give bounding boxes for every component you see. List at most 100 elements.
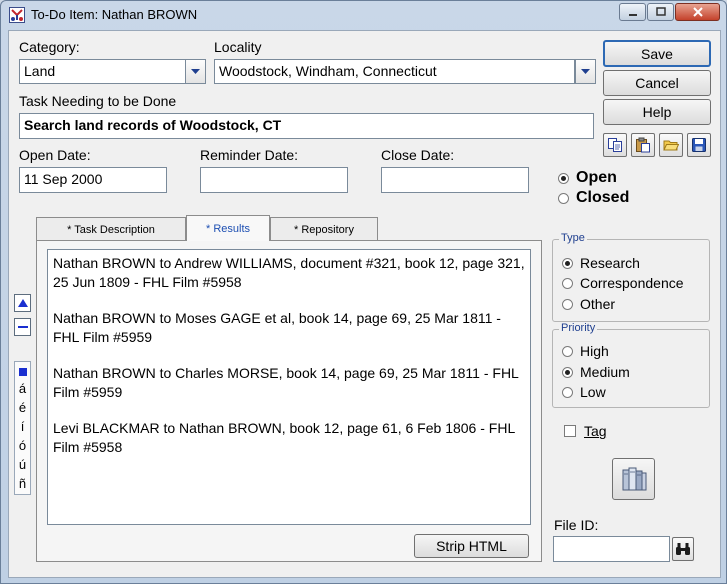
arrow-up-icon — [17, 299, 28, 307]
tab-results[interactable]: * Results — [186, 215, 270, 241]
maximize-button[interactable] — [647, 3, 674, 21]
accent-char-button[interactable]: í — [21, 417, 25, 436]
copy-icon — [608, 138, 622, 152]
category-label: Category: — [19, 39, 80, 55]
status-open-radio[interactable]: Open — [558, 169, 617, 187]
priority-low-radio[interactable]: Low — [562, 384, 606, 400]
chevron-down-icon — [581, 68, 590, 74]
task-input[interactable]: Search land records of Woodstock, CT — [19, 113, 594, 139]
file-id-input[interactable] — [553, 536, 670, 562]
paste-button[interactable] — [631, 133, 655, 157]
reminder-date-label: Reminder Date: — [200, 147, 299, 163]
type-research-radio[interactable]: Research — [562, 255, 640, 271]
accent-characters-strip: á é í ó ú ñ — [14, 361, 31, 495]
save-button-label: Save — [641, 45, 673, 62]
help-button[interactable]: Help — [603, 99, 711, 125]
find-file-button[interactable] — [672, 537, 694, 561]
move-up-button[interactable] — [14, 294, 31, 312]
priority-option-label: High — [580, 343, 609, 359]
maximize-icon — [655, 7, 666, 16]
result-entry: Nathan BROWN to Andrew WILLIAMS, documen… — [53, 255, 525, 290]
library-button[interactable] — [612, 458, 655, 500]
close-icon — [692, 7, 703, 17]
task-label: Task Needing to be Done — [19, 93, 177, 109]
radio-indicator — [562, 277, 573, 289]
category-select[interactable]: Land — [19, 59, 186, 84]
copy-button[interactable] — [603, 133, 627, 157]
status-open-label: Open — [576, 169, 617, 186]
locality-select[interactable]: Woodstock, Windham, Connecticut — [214, 59, 575, 84]
radio-indicator — [562, 345, 573, 357]
radio-indicator — [558, 172, 569, 184]
type-option-label: Other — [580, 296, 616, 312]
priority-group-title: Priority — [559, 322, 598, 334]
priority-medium-radio[interactable]: Medium — [562, 364, 630, 380]
reminder-date-input[interactable] — [200, 167, 348, 193]
accent-char-button[interactable]: ñ — [19, 474, 26, 493]
books-icon — [622, 467, 646, 491]
radio-indicator — [562, 298, 573, 310]
open-date-label: Open Date: — [19, 147, 91, 163]
priority-option-label: Medium — [580, 364, 630, 380]
tab-repository[interactable]: * Repository — [270, 217, 378, 241]
title-bar: To-Do Item: Nathan BROWN — [1, 1, 726, 29]
folder-icon — [663, 140, 679, 151]
priority-high-radio[interactable]: High — [562, 343, 609, 359]
status-closed-label: Closed — [576, 189, 630, 206]
accent-char-button[interactable]: ú — [19, 455, 26, 474]
open-date-input[interactable]: 11 Sep 2000 — [19, 167, 167, 193]
radio-indicator — [562, 386, 573, 398]
minimize-icon — [628, 14, 637, 16]
priority-option-label: Low — [580, 384, 606, 400]
category-dropdown-button[interactable] — [185, 59, 206, 84]
tab-label: * Repository — [294, 223, 354, 236]
window-title: To-Do Item: Nathan BROWN — [31, 7, 198, 22]
accent-char-button[interactable]: ó — [19, 436, 26, 455]
tab-label: * Task Description — [67, 223, 155, 236]
tab-label: * Results — [205, 222, 251, 235]
tag-label: Tag — [584, 423, 607, 439]
type-other-radio[interactable]: Other — [562, 296, 615, 312]
result-entry: Nathan BROWN to Moses GAGE et al, book 1… — [53, 310, 501, 345]
strip-html-label: Strip HTML — [436, 538, 507, 554]
radio-indicator — [558, 192, 569, 204]
close-date-input[interactable] — [381, 167, 529, 193]
chevron-down-icon — [191, 68, 200, 74]
cancel-button-label: Cancel — [635, 75, 679, 91]
move-down-button[interactable] — [14, 318, 31, 336]
tag-checkbox[interactable]: Tag — [564, 423, 607, 439]
locality-dropdown-button[interactable] — [575, 59, 596, 84]
minimize-button[interactable] — [619, 3, 646, 21]
results-textarea[interactable]: Nathan BROWN to Andrew WILLIAMS, documen… — [47, 249, 531, 525]
type-option-label: Research — [580, 255, 640, 271]
family-tree-app-icon — [9, 7, 25, 23]
strip-html-button[interactable]: Strip HTML — [414, 534, 529, 558]
dialog-body: Category: Land Locality Woodstock, Windh… — [8, 30, 721, 578]
accent-char-button[interactable]: é — [19, 398, 26, 417]
result-entry: Nathan BROWN to Charles MORSE, book 14, … — [53, 365, 519, 400]
close-button[interactable] — [675, 3, 720, 21]
result-entry: Levi BLACKMAR to Nathan BROWN, book 12, … — [53, 420, 515, 455]
binoculars-icon — [676, 543, 690, 555]
window: To-Do Item: Nathan BROWN Category: Land … — [0, 0, 727, 584]
type-option-label: Correspondence — [580, 275, 684, 291]
close-date-label: Close Date: — [381, 147, 455, 163]
status-closed-radio[interactable]: Closed — [558, 189, 629, 207]
open-folder-button[interactable] — [659, 133, 683, 157]
help-button-label: Help — [642, 104, 672, 120]
save-button[interactable]: Save — [603, 40, 711, 67]
type-correspondence-radio[interactable]: Correspondence — [562, 275, 684, 291]
type-group-title: Type — [559, 232, 587, 244]
locality-label: Locality — [214, 39, 262, 55]
radio-indicator — [562, 366, 573, 378]
save-disk-button[interactable] — [687, 133, 711, 157]
file-id-label: File ID: — [554, 517, 599, 533]
accent-char-button[interactable]: á — [19, 379, 26, 398]
radio-indicator — [562, 257, 573, 269]
paste-icon — [636, 137, 650, 153]
checkbox-box — [564, 425, 576, 437]
minus-icon — [17, 326, 28, 328]
disk-icon — [692, 138, 706, 152]
tab-task-description[interactable]: * Task Description — [36, 217, 186, 241]
cancel-button[interactable]: Cancel — [603, 70, 711, 96]
